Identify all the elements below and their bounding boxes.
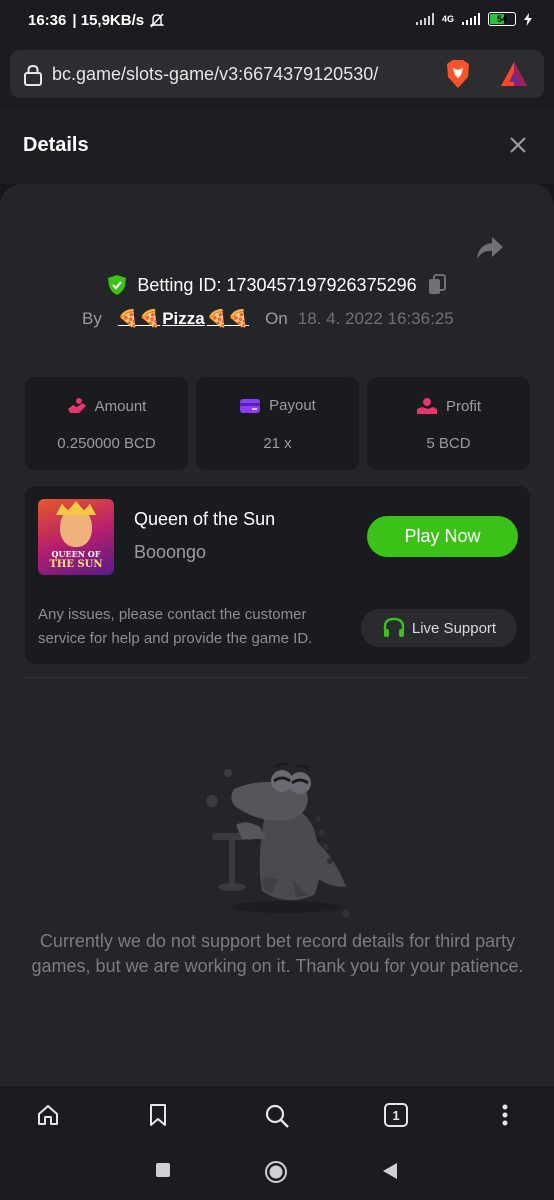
stat-payout-value: 21 x: [263, 435, 292, 452]
game-card: QUEEN OF THE SUN Queen of the Sun Booong…: [25, 486, 530, 664]
network-type: 4G: [441, 14, 454, 24]
bookmark-icon[interactable]: [148, 1103, 168, 1127]
game-thumbnail[interactable]: QUEEN OF THE SUN: [38, 499, 114, 575]
stat-payout-label: Payout: [269, 397, 316, 414]
bell-muted-icon: [150, 13, 165, 28]
copy-icon[interactable]: [427, 274, 447, 296]
home-icon[interactable]: [36, 1103, 60, 1127]
cell-signal-icon: [462, 13, 480, 25]
user-name: Pizza: [162, 309, 205, 328]
thumb-title-line2: THE SUN: [49, 559, 103, 570]
charging-icon: [524, 12, 532, 26]
headset-icon: [383, 617, 405, 637]
betting-id-row: Betting ID: 1730457197926375296: [0, 274, 554, 296]
more-menu-icon[interactable]: [500, 1103, 510, 1127]
browser-toolbar: 1: [0, 1086, 554, 1146]
close-icon[interactable]: [508, 135, 528, 155]
url-text: bc.game/slots-game/v3:6674379120530/: [52, 64, 379, 84]
crocodile-mascot-illustration: [206, 762, 350, 918]
divider: [25, 677, 530, 678]
game-provider: Booongo: [134, 542, 207, 562]
browser-url-bar: bc.game/slots-game/v3:6674379120530/: [0, 42, 554, 108]
brave-shield-icon[interactable]: [444, 59, 472, 89]
card-icon: [240, 398, 261, 413]
amount-icon: [67, 398, 86, 413]
game-name: Queen of the Sun: [134, 509, 276, 529]
on-label: On: [265, 309, 288, 328]
bet-details-panel: Betting ID: 1730457197926375296 By 🍕🍕 Pi…: [0, 184, 554, 1086]
play-now-button[interactable]: Play Now: [367, 516, 518, 557]
stat-amount-value: 0.250000 BCD: [57, 435, 156, 452]
stat-payout: Payout 21 x: [196, 377, 359, 470]
recents-icon[interactable]: [155, 1162, 171, 1178]
back-icon[interactable]: [382, 1162, 398, 1180]
bat-rewards-icon[interactable]: [500, 61, 528, 87]
modal-header: Details: [0, 108, 554, 184]
system-nav-bar: [0, 1146, 554, 1200]
thumb-title-line1: QUEEN OF: [51, 549, 101, 559]
issues-text: Any issues, please contact the customer …: [38, 606, 313, 647]
third-party-notice: Currently we do not support bet record d…: [31, 931, 524, 976]
wifi-signal-icon: [415, 13, 434, 25]
verified-shield-icon: [108, 275, 127, 295]
stat-profit: Profit 5 BCD: [367, 377, 530, 470]
user-emoji-left: 🍕🍕: [117, 309, 161, 328]
search-icon[interactable]: [264, 1103, 290, 1129]
stat-amount: Amount 0.250000 BCD: [25, 377, 188, 470]
bet-date: 18. 4. 2022 16:36:25: [297, 309, 454, 328]
status-bar: 16:36 | 15,9KB/s 4G 54: [0, 0, 554, 42]
stat-amount-label: Amount: [94, 397, 147, 415]
battery-level: 54: [496, 14, 507, 24]
status-speed: | 15,9KB/s: [72, 12, 145, 29]
home-nav-icon[interactable]: [264, 1160, 288, 1184]
address-field[interactable]: bc.game/slots-game/v3:6674379120530/: [10, 50, 544, 98]
stat-profit-label: Profit: [445, 397, 481, 415]
live-support-button[interactable]: Live Support: [361, 609, 517, 647]
betting-id: Betting ID: 1730457197926375296: [137, 274, 417, 295]
user-emoji-right: 🍕🍕: [206, 309, 250, 328]
profit-icon: [416, 398, 437, 414]
stat-profit-value: 5 BCD: [426, 435, 471, 452]
user-link[interactable]: 🍕🍕 Pizza 🍕🍕: [118, 309, 249, 329]
by-label: By: [82, 309, 102, 328]
tabs-button[interactable]: 1: [384, 1103, 408, 1127]
share-icon[interactable]: [476, 236, 504, 260]
live-support-label: Live Support: [411, 619, 497, 637]
status-time: 16:36: [28, 12, 67, 29]
lock-icon: [24, 64, 42, 86]
byline: By 🍕🍕 Pizza 🍕🍕 On 18. 4. 2022 16:36:25: [82, 309, 454, 329]
modal-title: Details: [23, 134, 89, 156]
battery-icon: 54: [488, 12, 516, 26]
